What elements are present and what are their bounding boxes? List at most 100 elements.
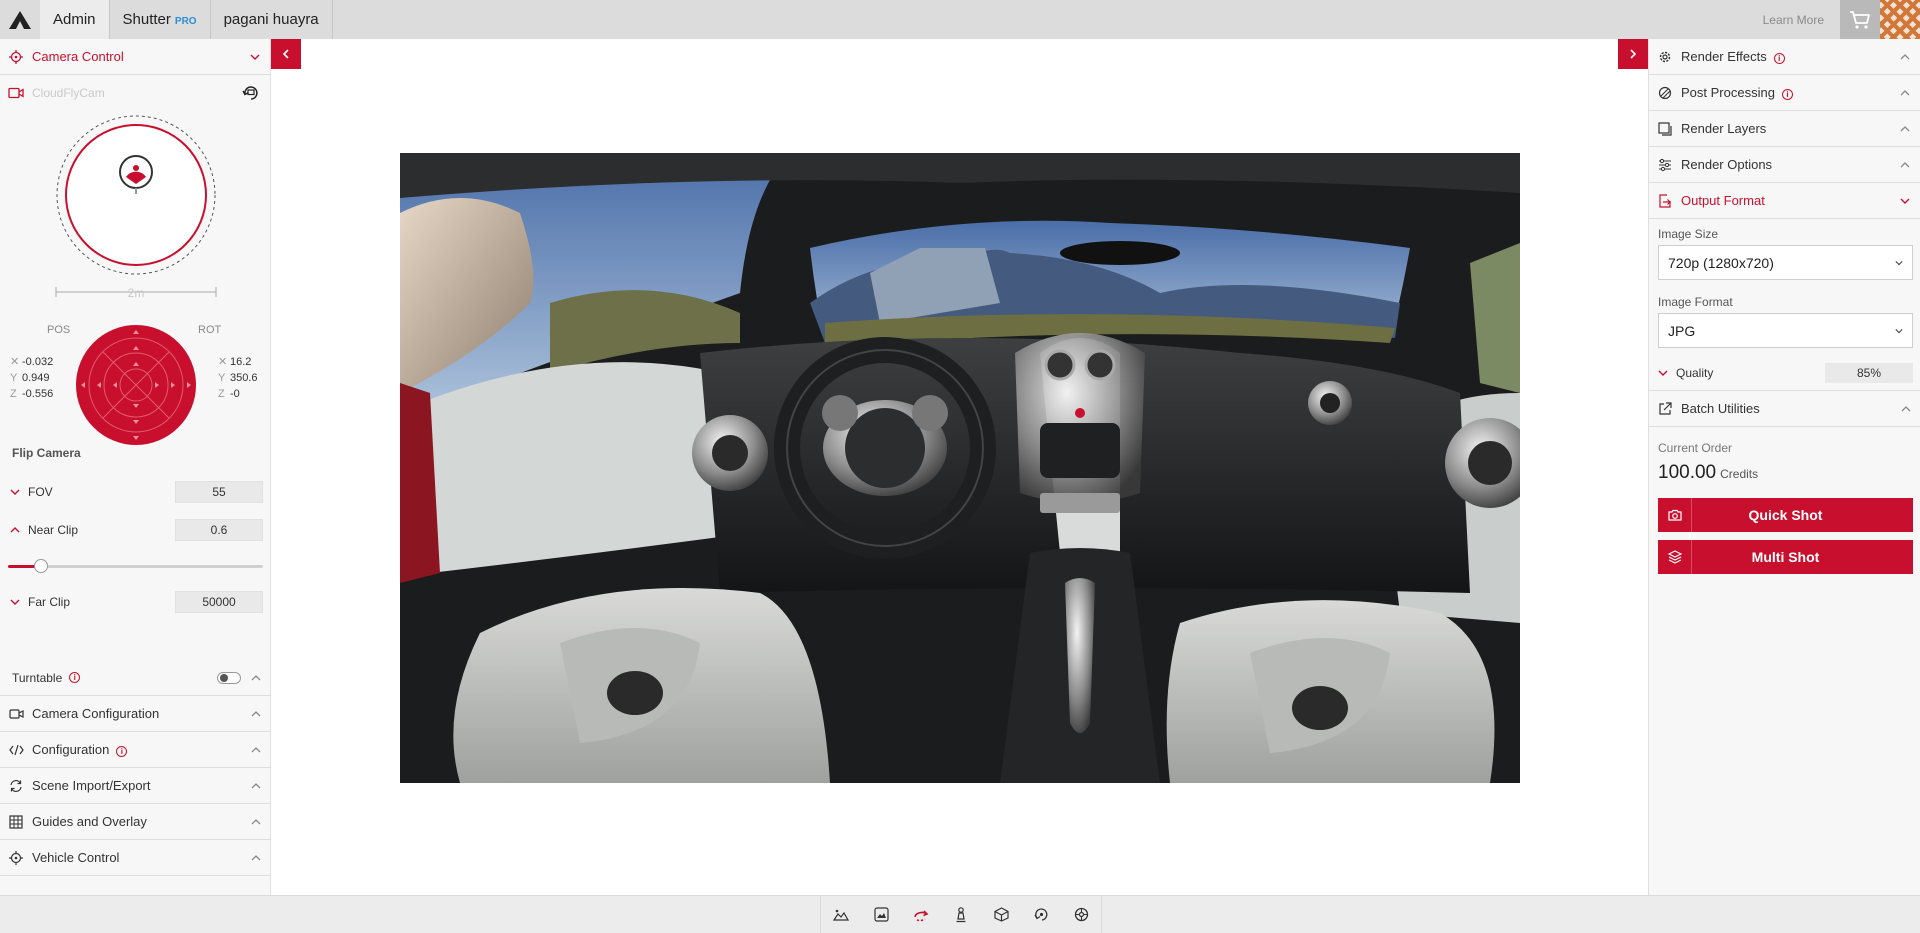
chevron-down-icon bbox=[1895, 328, 1903, 333]
credits-unit: Credits bbox=[1720, 467, 1759, 481]
avatar[interactable] bbox=[1880, 0, 1920, 39]
render-options-header[interactable]: Render Options bbox=[1649, 147, 1920, 183]
chevron-down-icon bbox=[250, 54, 260, 60]
chevron-up-icon bbox=[251, 782, 261, 788]
multi-shot-button[interactable]: Multi Shot bbox=[1658, 540, 1913, 574]
credits-display: 100.00 Credits bbox=[1658, 462, 1758, 484]
quick-shot-button[interactable]: Quick Shot bbox=[1658, 498, 1913, 532]
bottom-toolbar bbox=[0, 895, 1920, 933]
info-icon[interactable]: i bbox=[1773, 53, 1785, 65]
image-tool-button[interactable] bbox=[861, 896, 901, 933]
gear-icon bbox=[1657, 49, 1673, 65]
image-size-label: Image Size bbox=[1658, 227, 1719, 241]
chevron-left-icon bbox=[282, 49, 289, 59]
section-label: Configuration bbox=[32, 741, 110, 757]
far-clip-input[interactable]: 50000 bbox=[175, 591, 263, 613]
output-format-header[interactable]: Output Format bbox=[1649, 183, 1920, 219]
chevron-down-icon[interactable] bbox=[10, 487, 20, 497]
far-clip-label: Far Clip bbox=[28, 595, 71, 609]
pawn-tool-button[interactable] bbox=[941, 896, 981, 933]
app-logo-icon[interactable] bbox=[0, 0, 40, 39]
pos-y: 0.949 bbox=[22, 372, 50, 384]
pos-z: -0.556 bbox=[22, 388, 54, 400]
quality-row: Quality 85% bbox=[1649, 355, 1920, 391]
slider-handle[interactable] bbox=[34, 559, 49, 573]
export-icon bbox=[1657, 193, 1673, 209]
left-panel: Camera Control CloudFlyCam 2m POS ROT ✕ -… bbox=[0, 39, 271, 895]
image-size-select[interactable]: 720p (1280x720) bbox=[1658, 245, 1913, 280]
section-label: Guides and Overlay bbox=[32, 814, 147, 829]
rot-y: 350.6 bbox=[230, 372, 258, 384]
info-icon[interactable]: i bbox=[69, 672, 81, 683]
guides-and-overlay-header[interactable]: Guides and Overlay bbox=[0, 804, 271, 840]
chevron-down-icon[interactable] bbox=[10, 597, 20, 607]
pos-x: -0.032 bbox=[22, 356, 54, 368]
orbit-scale: 2m bbox=[55, 284, 217, 300]
sync-icon bbox=[8, 778, 24, 794]
vehicle-control-header[interactable]: Vehicle Control bbox=[0, 840, 271, 876]
render-effects-header[interactable]: Render Effects i bbox=[1649, 39, 1920, 75]
wheel-tool-button[interactable] bbox=[1061, 896, 1101, 933]
pro-badge: PRO bbox=[174, 15, 197, 27]
chevron-up-icon[interactable] bbox=[10, 525, 20, 535]
rotate-tool-button[interactable] bbox=[1021, 896, 1061, 933]
quality-input[interactable]: 85% bbox=[1825, 362, 1913, 383]
scene-import-export-header[interactable]: Scene Import/Export bbox=[0, 768, 271, 804]
near-clip-slider[interactable] bbox=[8, 559, 263, 573]
section-label: Camera Configuration bbox=[32, 706, 160, 721]
collapse-left-panel-button[interactable] bbox=[271, 39, 301, 69]
fov-input[interactable]: 55 bbox=[175, 481, 263, 503]
chevron-down-icon bbox=[1900, 198, 1910, 204]
near-clip-label: Near Clip bbox=[28, 523, 79, 537]
pawn-icon bbox=[956, 906, 966, 922]
quick-shot-label: Quick Shot bbox=[1748, 507, 1823, 523]
info-icon[interactable]: i bbox=[1781, 89, 1793, 101]
orbit-tool-button[interactable] bbox=[901, 896, 941, 933]
chevron-up-icon bbox=[1900, 89, 1910, 95]
cart-icon bbox=[1850, 10, 1870, 29]
external-link-icon bbox=[1657, 401, 1673, 417]
tab-admin-label: Admin bbox=[53, 11, 96, 28]
rot-z: -0 bbox=[230, 388, 240, 400]
render-layers-header[interactable]: Render Layers bbox=[1649, 111, 1920, 147]
tab-shutter[interactable]: Shutter PRO bbox=[110, 0, 211, 39]
image-format-select[interactable]: JPG bbox=[1658, 313, 1913, 348]
landscape-tool-button[interactable] bbox=[821, 896, 861, 933]
near-clip-input[interactable]: 0.6 bbox=[175, 519, 263, 541]
image-format-value: JPG bbox=[1668, 322, 1696, 339]
turntable-toggle[interactable] bbox=[217, 671, 241, 684]
chevron-up-icon bbox=[251, 746, 261, 752]
configuration-header[interactable]: Configuration i bbox=[0, 732, 271, 768]
camera-selector[interactable]: CloudFlyCam bbox=[0, 75, 270, 111]
render-viewport[interactable] bbox=[400, 153, 1520, 783]
learn-more-link[interactable]: Learn More bbox=[1763, 0, 1840, 39]
turntable-row: Turntable i bbox=[0, 660, 271, 696]
section-label: Scene Import/Export bbox=[32, 778, 151, 793]
orbit-control[interactable] bbox=[55, 114, 217, 276]
camera-control-header[interactable]: Camera Control bbox=[0, 39, 270, 75]
tab-admin[interactable]: Admin bbox=[40, 0, 110, 39]
info-icon[interactable]: i bbox=[116, 746, 128, 758]
section-label: Render Layers bbox=[1681, 121, 1767, 136]
cube-tool-button[interactable] bbox=[981, 896, 1021, 933]
rotate-icon bbox=[1033, 908, 1047, 921]
camera-configuration-header[interactable]: Camera Configuration bbox=[0, 696, 271, 732]
chevron-up-icon bbox=[251, 710, 261, 716]
image-size-value: 720p (1280x720) bbox=[1668, 254, 1774, 271]
batch-utilities-header[interactable]: Batch Utilities bbox=[1649, 391, 1920, 427]
chevron-down-icon[interactable] bbox=[1658, 368, 1668, 378]
orbit-icon bbox=[914, 909, 929, 921]
cube-icon bbox=[993, 907, 1009, 922]
collapse-right-panel-button[interactable] bbox=[1618, 39, 1648, 69]
credits-value: 100.00 bbox=[1658, 462, 1717, 483]
camera-icon bbox=[8, 706, 24, 722]
flip-camera-label[interactable]: Flip Camera bbox=[12, 446, 81, 460]
chevron-up-icon[interactable] bbox=[251, 673, 261, 683]
post-processing-header[interactable]: Post Processing i bbox=[1649, 75, 1920, 111]
movement-joystick[interactable] bbox=[75, 324, 197, 446]
cart-button[interactable] bbox=[1840, 0, 1880, 39]
reset-camera-icon[interactable] bbox=[242, 85, 260, 101]
rotation-readout: ✕ 16.2 Y 350.6 Z -0 bbox=[218, 356, 258, 400]
section-label: Batch Utilities bbox=[1681, 401, 1760, 416]
tab-pagani-huayra[interactable]: pagani huayra bbox=[211, 0, 333, 39]
